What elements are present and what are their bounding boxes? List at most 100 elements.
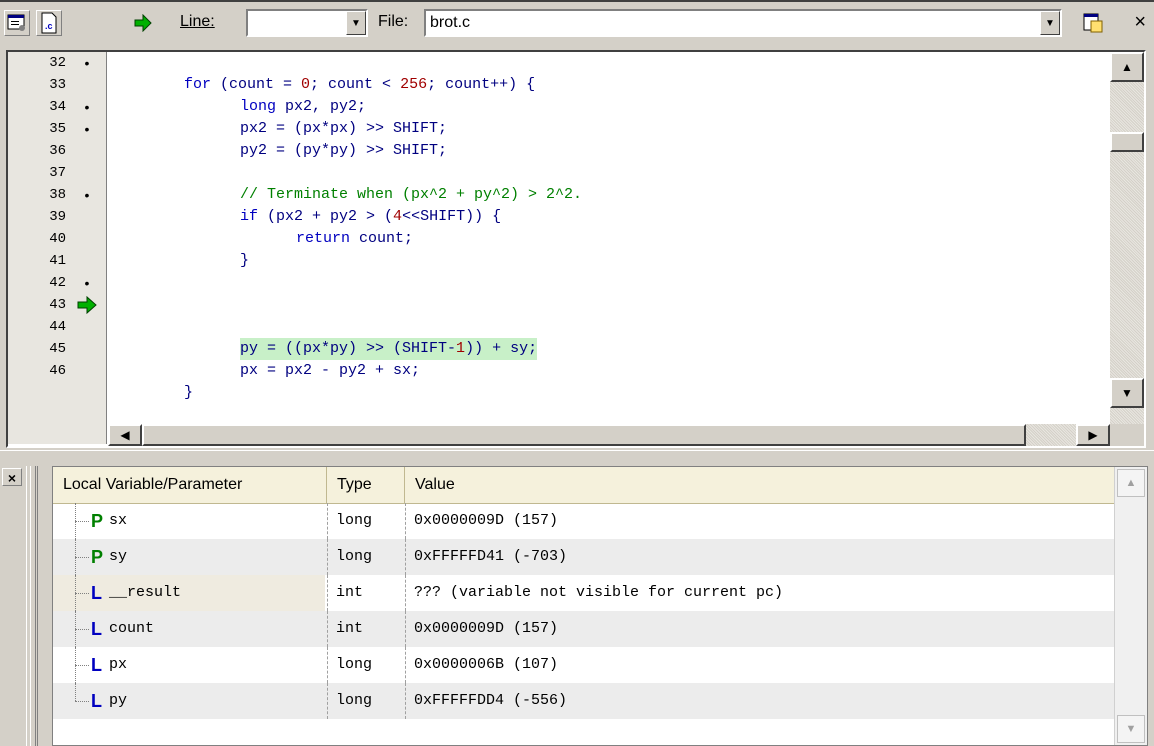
- locals-row[interactable]: Lpx long 0x0000006B (107): [53, 647, 1115, 683]
- tree-branch: [75, 629, 89, 630]
- breakpoint-marker[interactable]: •: [68, 52, 106, 74]
- locals-scroll-down-arrow-icon[interactable]: ▼: [1117, 715, 1145, 743]
- line-number: 41: [49, 253, 66, 269]
- header-local-variable[interactable]: Local Variable/Parameter: [53, 467, 327, 503]
- line-number: 35: [49, 121, 66, 137]
- variable-value[interactable]: 0x0000006B (107): [405, 647, 558, 683]
- source-editor[interactable]: 32 33 34 35 36 37 38 39 40 41 42 43 44 45 46 • • • • • for…: [6, 50, 1146, 448]
- header-type[interactable]: Type: [327, 467, 405, 503]
- header-value[interactable]: Value: [405, 467, 1115, 503]
- variable-name: py: [109, 692, 128, 709]
- scroll-right-arrow-icon[interactable]: ▶: [1076, 424, 1110, 446]
- variable-name-cell[interactable]: Psx: [53, 503, 325, 539]
- close-icon[interactable]: ×: [1134, 11, 1146, 34]
- line-number: 32: [49, 55, 66, 71]
- variable-name-cell[interactable]: Lcount: [53, 611, 325, 647]
- breakpoint-marker[interactable]: •: [68, 96, 106, 118]
- line-number: 39: [49, 209, 66, 225]
- variable-value[interactable]: 0xFFFFFD41 (-703): [405, 539, 567, 575]
- variable-type: long: [327, 539, 403, 575]
- breakpoint-marker[interactable]: [68, 338, 106, 360]
- code-line-40: return count;: [296, 230, 414, 247]
- editor-horizontal-scrollbar[interactable]: ◀ ▶: [108, 424, 1110, 446]
- scroll-left-arrow-icon[interactable]: ◀: [108, 424, 142, 446]
- variable-name-cell[interactable]: Psy: [53, 539, 325, 575]
- panel-close-icon[interactable]: ×: [2, 468, 22, 486]
- local-icon: L: [91, 583, 102, 603]
- line-number: 43: [49, 297, 66, 313]
- locals-vertical-scrollbar[interactable]: ▲ ▼: [1114, 467, 1147, 745]
- code-line-39: if (px2 + py2 > (4<<SHIFT)) {: [240, 208, 502, 225]
- locals-table[interactable]: Local Variable/Parameter Type Value Psx l…: [52, 466, 1148, 746]
- editor-vertical-scrollbar[interactable]: ▲ ▼: [1110, 52, 1144, 424]
- code-line-43-current: py = ((px*py) >> (SHIFT-1)) + sy;: [240, 338, 538, 360]
- breakpoint-marker[interactable]: [68, 140, 106, 162]
- variable-type: int: [327, 611, 403, 647]
- scroll-up-arrow-icon[interactable]: ▲: [1110, 52, 1144, 82]
- breakpoint-marker[interactable]: [68, 360, 106, 382]
- breakpoint-gutter[interactable]: • • • • •: [68, 52, 107, 444]
- tree-branch: [75, 593, 89, 594]
- line-number: 44: [49, 319, 66, 335]
- scroll-down-arrow-icon[interactable]: ▼: [1110, 378, 1144, 408]
- tree-branch: [75, 701, 89, 702]
- variable-type: long: [327, 683, 403, 719]
- file-label: File:: [378, 13, 409, 30]
- file-combo-value: brot.c: [430, 14, 471, 31]
- window-icon[interactable]: [4, 10, 30, 36]
- variable-name-cell[interactable]: Lpx: [53, 647, 325, 683]
- line-dropdown-arrow-icon[interactable]: ▼: [346, 11, 366, 35]
- variable-name: count: [109, 620, 155, 637]
- variable-name: sy: [109, 548, 128, 565]
- locals-row[interactable]: Psx long 0x0000009D (157): [53, 503, 1115, 539]
- code-line-33: for (count = 0; count < 256; count++) {: [184, 76, 536, 93]
- locals-header: Local Variable/Parameter Type Value: [53, 467, 1115, 504]
- breakpoint-marker[interactable]: [68, 206, 106, 228]
- line-label: Line:: [180, 13, 215, 30]
- locals-row[interactable]: Psy long 0xFFFFFD41 (-703): [53, 539, 1115, 575]
- locals-scroll-up-arrow-icon[interactable]: ▲: [1117, 469, 1145, 497]
- variable-type: long: [327, 647, 403, 683]
- variable-value[interactable]: ??? (variable not visible for current pc…: [405, 575, 783, 611]
- breakpoint-marker[interactable]: [68, 250, 106, 272]
- breakpoint-marker[interactable]: [68, 316, 106, 338]
- line-combo[interactable]: ▼: [246, 9, 368, 37]
- code-line-44: px = px2 - py2 + sx;: [240, 362, 421, 379]
- line-number: 45: [49, 341, 66, 357]
- locals-row[interactable]: Lcount int 0x0000009D (157): [53, 611, 1115, 647]
- locals-row[interactable]: L __result int??? (variable not visible fo…: [53, 575, 1115, 611]
- svg-text:.c: .c: [45, 21, 53, 31]
- variable-name-cell[interactable]: L __result: [53, 575, 325, 611]
- browse-file-icon[interactable]: [1080, 10, 1106, 36]
- scroll-thumb[interactable]: [1110, 132, 1144, 152]
- variable-value[interactable]: 0xFFFFFDD4 (-556): [405, 683, 567, 719]
- variable-name: px: [109, 656, 128, 673]
- code-line-45: }: [184, 384, 194, 401]
- file-dropdown-arrow-icon[interactable]: ▼: [1040, 11, 1060, 35]
- line-number: 36: [49, 143, 66, 159]
- variable-name-cell[interactable]: Lpy: [53, 683, 325, 719]
- breakpoint-marker[interactable]: [68, 74, 106, 96]
- variable-name: sx: [109, 512, 128, 529]
- c-source-file-icon[interactable]: .c: [36, 10, 62, 36]
- breakpoint-marker[interactable]: [68, 162, 106, 184]
- code-view[interactable]: for (count = 0; count < 256; count++) { …: [108, 52, 1110, 424]
- go-to-pc-arrow-icon[interactable]: [130, 10, 156, 36]
- breakpoint-marker[interactable]: •: [68, 118, 106, 140]
- breakpoint-marker[interactable]: •: [68, 184, 106, 206]
- variable-value[interactable]: 0x0000009D (157): [405, 611, 558, 647]
- pane-splitter[interactable]: [0, 450, 1154, 463]
- locals-row[interactable]: Lpy long 0xFFFFFDD4 (-556): [53, 683, 1115, 719]
- code-line-35: px2 = (px*px) >> SHIFT;: [240, 120, 448, 137]
- breakpoint-marker[interactable]: [68, 228, 106, 250]
- code-line-36: py2 = (py*py) >> SHIFT;: [240, 142, 448, 159]
- current-pc-arrow-icon[interactable]: [68, 294, 106, 316]
- file-combo[interactable]: brot.c ▼: [424, 9, 1062, 37]
- variable-type: int: [327, 575, 403, 611]
- variable-name: __result: [109, 584, 182, 601]
- horizontal-scroll-thumb[interactable]: [142, 424, 1026, 446]
- variable-value[interactable]: 0x0000009D (157): [405, 503, 558, 539]
- line-number: 46: [49, 363, 66, 379]
- local-icon: L: [91, 655, 102, 675]
- breakpoint-marker[interactable]: •: [68, 272, 106, 294]
